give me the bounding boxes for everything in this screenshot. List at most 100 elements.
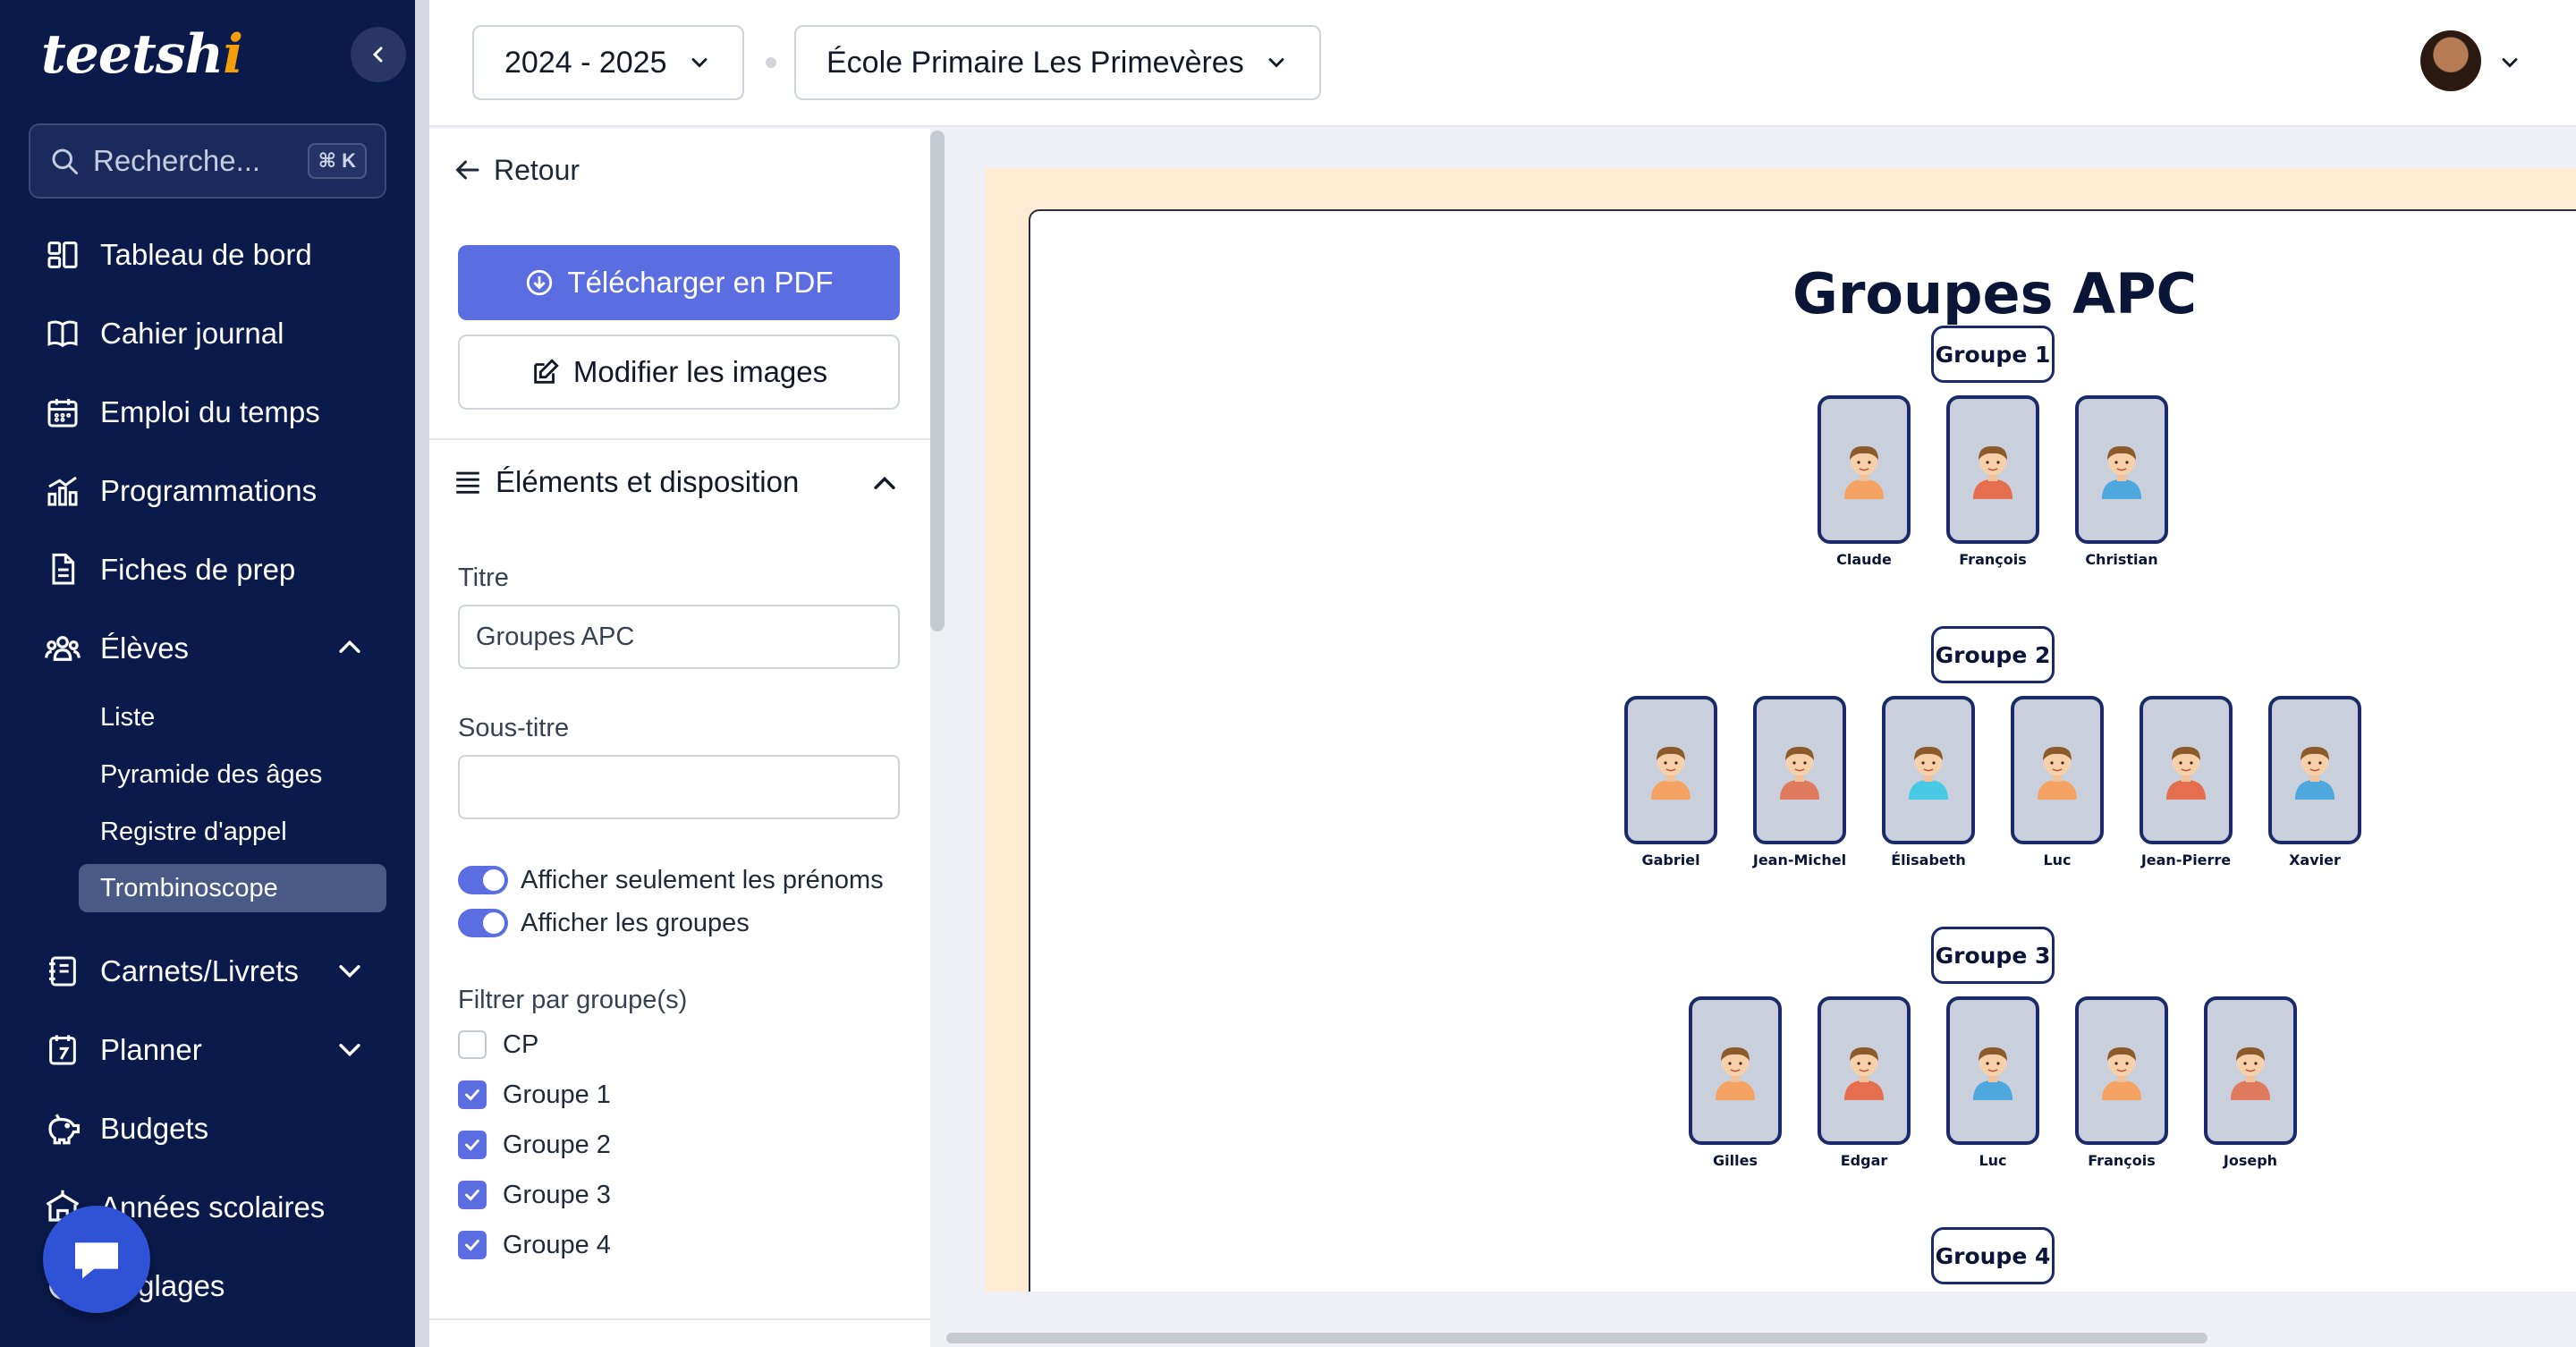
filter-cp[interactable]: CP (458, 1027, 538, 1063)
separator-dot (766, 57, 776, 68)
chevron-down-icon (691, 58, 707, 68)
avatar-icon (1973, 1046, 2012, 1100)
edit-icon (534, 359, 559, 384)
check-icon (465, 1239, 479, 1251)
filter-groupe-2[interactable]: Groupe 2 (458, 1127, 611, 1163)
student-card: Gabriel (1624, 696, 1717, 868)
sidebar-item-emploi-du-temps[interactable]: Emploi du temps (43, 385, 320, 439)
top-bar: 2024 - 2025 École Primaire Les Primevère… (429, 0, 2576, 127)
checkbox[interactable] (458, 1030, 487, 1059)
preview-scrollbar-thumb[interactable] (946, 1333, 2207, 1343)
check-icon (465, 1089, 479, 1101)
chevron-down-icon[interactable] (2497, 50, 2522, 75)
toggle-first-names[interactable]: Afficher seulement les prénoms (458, 862, 884, 898)
chat-icon (75, 1242, 118, 1279)
toggle-switch[interactable] (458, 909, 508, 937)
filter-groupe-3[interactable]: Groupe 3 (458, 1177, 611, 1213)
student-name: Joseph (2223, 1152, 2278, 1169)
chevron-up-icon (339, 640, 360, 653)
avatar-icon (2102, 1046, 2141, 1100)
student-card: Gilles (1689, 996, 1782, 1169)
chevron-up-icon (874, 476, 895, 489)
checkbox-checked[interactable] (458, 1231, 487, 1259)
checkbox-checked[interactable] (458, 1181, 487, 1209)
student-name: Jean-Pierre (2140, 851, 2232, 868)
chevron-left-icon (372, 47, 383, 63)
user-avatar[interactable] (2420, 30, 2481, 91)
sidebar-item-tableau-de-bord[interactable]: Tableau de bord (43, 228, 312, 282)
sidebar-subitem-registre[interactable]: Registre d'appel (100, 809, 287, 855)
sidebar-item-cahier-journal[interactable]: Cahier journal (43, 307, 284, 360)
chevron-down-icon (339, 1044, 360, 1057)
student-name: François (1959, 551, 2027, 568)
avatar-icon (2038, 746, 2077, 800)
checkbox-checked[interactable] (458, 1080, 487, 1109)
avatar-icon (1973, 445, 2012, 499)
group-label: Groupe 3 (1931, 927, 2055, 984)
student-card: Christian (2075, 395, 2168, 568)
student-card: Jean-Michel (1753, 696, 1846, 868)
group-label: Groupe 4 (1931, 1227, 2055, 1284)
student-name: Luc (1979, 1152, 2007, 1169)
student-card: Claude (1818, 395, 1911, 568)
student-name: Christian (2085, 551, 2158, 568)
edit-images-button[interactable]: Modifier les images (458, 335, 900, 410)
planner-icon (43, 1030, 82, 1070)
student-card: François (1946, 395, 2039, 568)
filter-groupe-4[interactable]: Groupe 4 (458, 1227, 611, 1263)
group-label: Groupe 1 (1931, 326, 2055, 383)
student-photo (2075, 395, 2168, 544)
school-select[interactable]: École Primaire Les Primevères (794, 25, 1321, 100)
avatar-icon (2102, 445, 2141, 499)
search-bar[interactable]: Recherche... ⌘ K (29, 123, 386, 199)
avatar-icon (2231, 1046, 2270, 1100)
filter-groupe-1[interactable]: Groupe 1 (458, 1077, 611, 1113)
chevron-down-icon (339, 965, 360, 978)
filter-label: Filtrer par groupe(s) (458, 986, 688, 1014)
arrow-left-icon (455, 160, 479, 180)
sidebar-subitem-pyramide[interactable]: Pyramide des âges (100, 751, 322, 798)
sidebar-item-carnets-livrets[interactable]: Carnets/Livrets (43, 945, 360, 998)
sidebar: teetshi Recherche... ⌘ K Tableau de bord… (0, 0, 415, 1347)
toggle-show-groups[interactable]: Afficher les groupes (458, 905, 750, 941)
checkbox-checked[interactable] (458, 1131, 487, 1159)
subtitle-input[interactable] (458, 755, 900, 819)
collapse-sidebar-button[interactable] (351, 27, 406, 82)
school-year-select[interactable]: 2024 - 2025 (472, 25, 744, 100)
sidebar-item-planner[interactable]: Planner (43, 1023, 360, 1077)
student-card: Joseph (2204, 996, 2297, 1169)
student-photo (1818, 996, 1911, 1145)
student-photo (2140, 696, 2233, 844)
chat-support-button[interactable] (43, 1206, 150, 1313)
chevron-down-icon (1268, 58, 1284, 68)
sidebar-subitem-liste[interactable]: Liste (100, 694, 155, 741)
sidebar-subitem-trombinoscope[interactable]: Trombinoscope (100, 865, 278, 911)
student-photo (2204, 996, 2297, 1145)
student-card: Élisabeth (1882, 696, 1975, 868)
student-photo (1946, 996, 2039, 1145)
group-label: Groupe 2 (1931, 626, 2055, 683)
toggle-switch[interactable] (458, 866, 508, 894)
student-card: Edgar (1818, 996, 1911, 1169)
sidebar-item-fiches-de-prep[interactable]: Fiches de prep (43, 543, 295, 597)
student-name: François (2088, 1152, 2156, 1169)
document-icon (43, 550, 82, 589)
sidebar-item-budgets[interactable]: Budgets (43, 1102, 208, 1156)
student-card: Xavier (2268, 696, 2361, 868)
avatar-icon (1780, 746, 1819, 800)
student-name: Gilles (1713, 1152, 1758, 1169)
student-name: Claude (1836, 551, 1892, 568)
panel-scrollbar-thumb[interactable] (930, 131, 945, 631)
sidebar-item-programmations[interactable]: Programmations (43, 464, 317, 518)
student-photo (1946, 395, 2039, 544)
download-pdf-button[interactable]: Télécharger en PDF (458, 245, 900, 320)
subtitle-label: Sous-titre (458, 714, 570, 742)
section-header-elements[interactable]: Éléments et disposition (453, 460, 900, 504)
title-input[interactable]: Groupes APC (458, 605, 900, 669)
panel-divider (429, 1318, 930, 1320)
back-link[interactable]: Retour (451, 143, 580, 197)
settings-panel: Retour Télécharger en PDF Modifier les i… (429, 129, 930, 1347)
sidebar-item-eleves[interactable]: Élèves (43, 622, 360, 675)
app-logo[interactable]: teetshi (41, 23, 243, 86)
sidebar-border (415, 0, 429, 1347)
